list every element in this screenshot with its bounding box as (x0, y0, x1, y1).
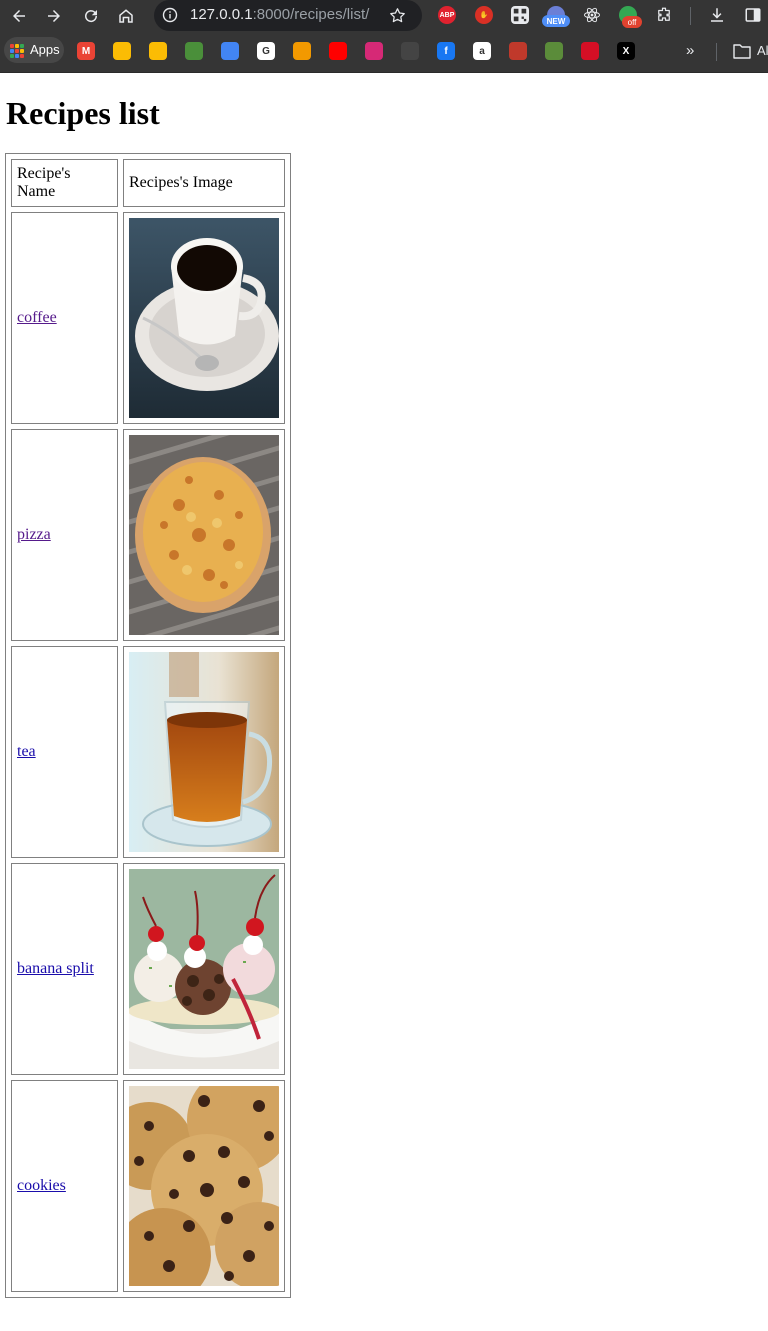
forward-arrow-icon[interactable] (42, 4, 66, 28)
apps-button[interactable]: Apps (4, 37, 64, 63)
folder-icon[interactable] (733, 43, 751, 59)
recipe-name-cell: banana split (11, 863, 118, 1075)
tea-glass-image (129, 652, 279, 852)
google-drive-icon[interactable] (113, 42, 131, 60)
apps-grid-icon (10, 44, 24, 58)
apps-label: Apps (30, 42, 60, 57)
x-twitter-icon[interactable]: X (617, 42, 635, 60)
instagram-icon[interactable] (365, 42, 383, 60)
google-translate-icon[interactable] (221, 42, 239, 60)
bookmark-icon-4[interactable] (185, 42, 203, 60)
gmail-icon[interactable]: M (77, 42, 95, 60)
page-title: Recipes list (6, 95, 160, 131)
table-row: banana split (11, 863, 285, 1075)
bookmark-icon-7[interactable] (293, 42, 311, 60)
back-arrow-icon[interactable] (7, 4, 31, 28)
extensions-puzzle-icon[interactable] (655, 6, 673, 24)
react-devtools-icon[interactable] (583, 6, 601, 24)
pizza-image (129, 435, 279, 635)
recipes-table: Recipe's Name Recipes's Image coffee piz… (5, 153, 291, 1298)
side-panel-icon[interactable] (744, 6, 762, 24)
bookmarks-separator (716, 43, 717, 61)
recipe-link-cookies[interactable]: cookies (17, 1177, 66, 1194)
reload-icon[interactable] (79, 4, 103, 28)
download-icon[interactable] (708, 6, 726, 24)
recipe-name-cell: pizza (11, 429, 118, 641)
recipe-link-pizza[interactable]: pizza (17, 526, 51, 543)
recipe-link-coffee[interactable]: coffee (17, 309, 57, 326)
recipe-image-cell (123, 646, 285, 858)
bookmark-icon-10[interactable] (401, 42, 419, 60)
bookmark-icon-15[interactable] (581, 42, 599, 60)
toolbar-separator (690, 7, 691, 25)
google-icon[interactable]: G (257, 42, 275, 60)
recipe-link-banana-split[interactable]: banana split (17, 960, 94, 977)
home-icon[interactable] (114, 4, 138, 28)
recipe-image-cell (123, 429, 285, 641)
more-bookmarks-chevron-icon[interactable]: » (686, 42, 702, 60)
google-keep-icon[interactable] (149, 42, 167, 60)
column-header-image: Recipes's Image (123, 159, 285, 207)
amazon-icon[interactable]: a (473, 42, 491, 60)
browser-toolbar: 127.0.0.1:8000/recipes/list/ ABP ✋ NEW o… (0, 0, 768, 32)
recipe-image-cell (123, 212, 285, 424)
bookmark-icon-13[interactable] (509, 42, 527, 60)
bookmark-star-icon[interactable] (388, 6, 407, 25)
recipe-image-cell (123, 863, 285, 1075)
facebook-icon[interactable]: f (437, 42, 455, 60)
table-row: tea (11, 646, 285, 858)
table-header-row: Recipe's Name Recipes's Image (11, 159, 285, 207)
banana-split-image (129, 869, 279, 1069)
bookmark-icon-14[interactable] (545, 42, 563, 60)
column-header-name: Recipe's Name (11, 159, 118, 207)
recipe-name-cell: cookies (11, 1080, 118, 1292)
recipe-name-cell: coffee (11, 212, 118, 424)
table-row: coffee (11, 212, 285, 424)
youtube-icon[interactable] (329, 42, 347, 60)
bookmark-folder-label[interactable]: Al (757, 43, 768, 58)
stop-hand-icon[interactable]: ✋ (475, 6, 493, 24)
coffee-cup-image (129, 218, 279, 418)
adblock-plus-icon[interactable]: ABP (438, 6, 456, 24)
cookies-image (129, 1086, 279, 1286)
off-badge: off (622, 16, 642, 28)
site-info-icon[interactable] (162, 7, 178, 23)
new-badge: NEW (542, 15, 570, 27)
table-row: cookies (11, 1080, 285, 1292)
recipe-name-cell: tea (11, 646, 118, 858)
qr-code-icon[interactable] (511, 6, 529, 24)
recipe-link-tea[interactable]: tea (17, 743, 36, 760)
address-bar[interactable]: 127.0.0.1:8000/recipes/list/ (154, 0, 422, 31)
table-row: pizza (11, 429, 285, 641)
recipe-image-cell (123, 1080, 285, 1292)
url-text: 127.0.0.1:8000/recipes/list/ (190, 6, 370, 23)
